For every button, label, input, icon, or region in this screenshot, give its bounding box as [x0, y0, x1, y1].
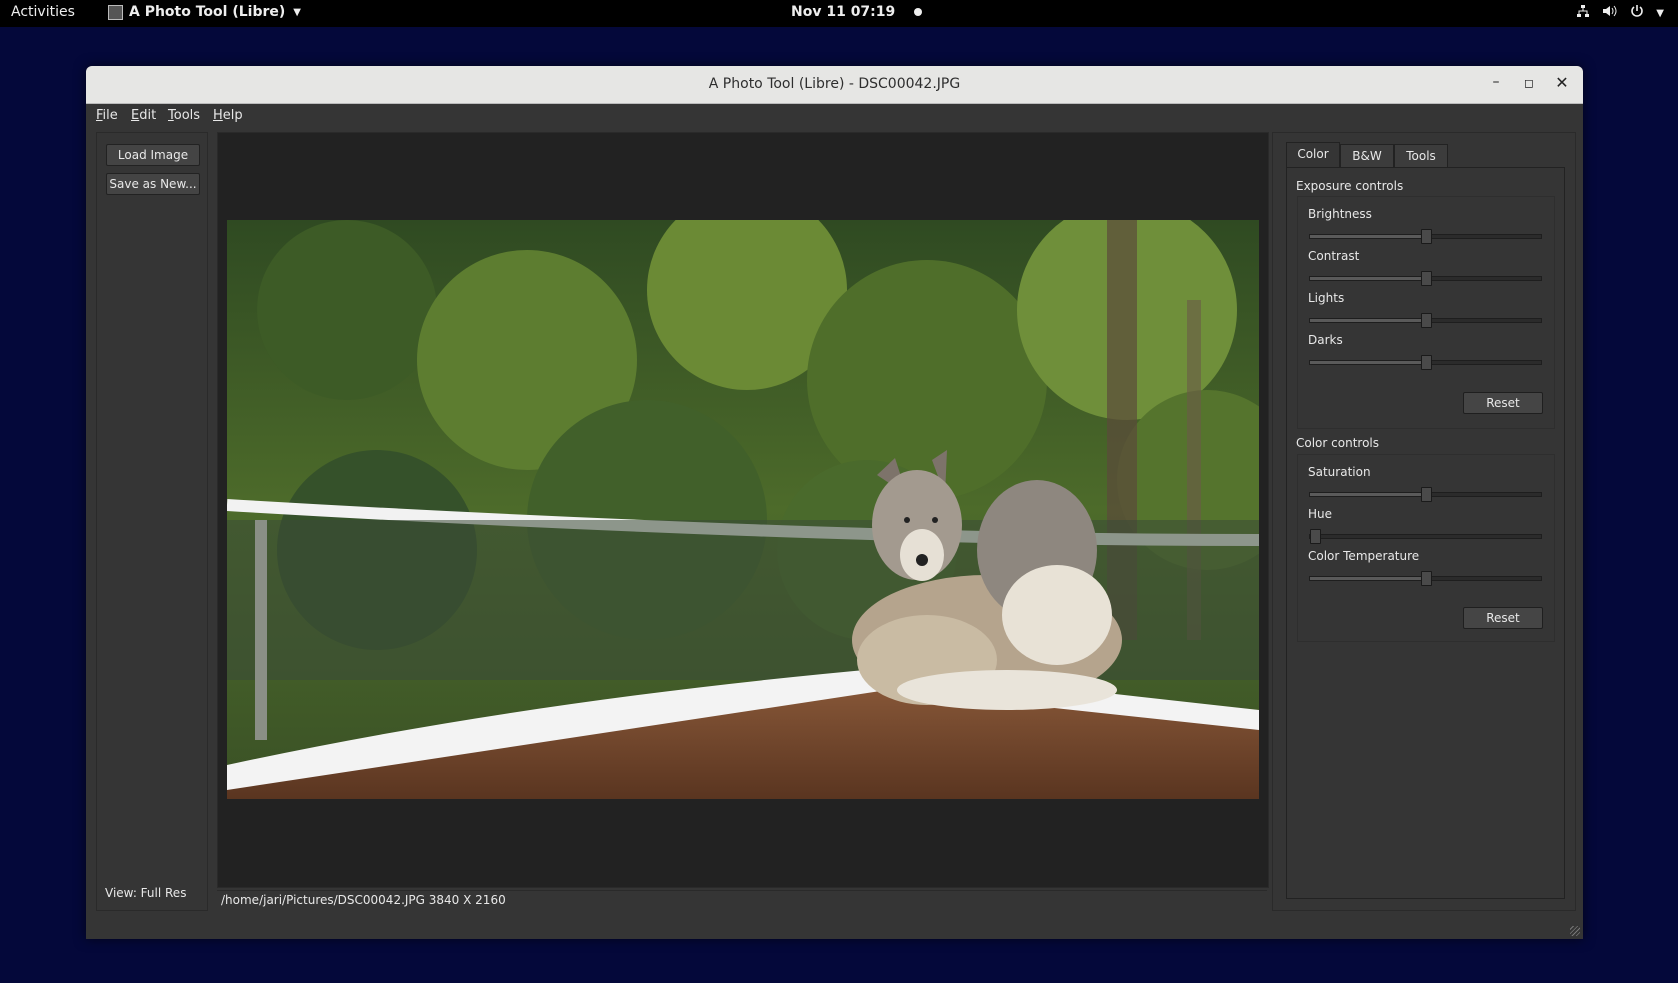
color-temperature-slider-fill: [1310, 577, 1421, 580]
hue-label: Hue: [1308, 507, 1333, 521]
photo-preview: [227, 220, 1259, 799]
menu-help[interactable]: Help: [213, 108, 243, 123]
saturation-slider-fill: [1310, 493, 1421, 496]
view-mode-label: View: Full Res: [105, 886, 187, 900]
title-bar[interactable]: A Photo Tool (Libre) - DSC00042.JPG – ◻ …: [86, 66, 1583, 104]
activities-button[interactable]: Activities: [11, 4, 75, 20]
clock-label: Nov 11 07:19: [791, 4, 896, 20]
contrast-slider-fill: [1310, 277, 1421, 280]
file-path-label: /home/jari/Pictures/DSC00042.JPG 3840 X …: [221, 893, 506, 907]
lights-slider-fill: [1310, 319, 1421, 322]
left-panel: Load Image Save as New... View: Full Res: [96, 132, 208, 911]
save-as-new-button[interactable]: Save as New...: [106, 173, 200, 195]
chevron-down-icon: ▼: [293, 6, 301, 18]
exposure-reset-button[interactable]: Reset: [1463, 392, 1543, 414]
brightness-label: Brightness: [1308, 207, 1372, 221]
load-image-button[interactable]: Load Image: [106, 144, 200, 166]
exposure-controls-title: Exposure controls: [1296, 179, 1404, 193]
color-controls-title: Color controls: [1296, 436, 1379, 450]
system-tray[interactable]: ▼: [1576, 4, 1664, 22]
clock[interactable]: Nov 11 07:19: [791, 4, 923, 20]
color-controls-group: Saturation Hue Color Temperature Reset: [1297, 454, 1555, 642]
system-menu-chevron-icon[interactable]: ▼: [1656, 8, 1664, 19]
menu-edit[interactable]: Edit: [131, 108, 156, 123]
resize-grip-icon[interactable]: [1570, 926, 1580, 936]
contrast-slider-handle[interactable]: [1421, 271, 1432, 286]
contrast-slider[interactable]: [1309, 271, 1542, 286]
darks-slider[interactable]: [1309, 355, 1542, 370]
close-icon[interactable]: ✕: [1552, 73, 1572, 92]
menu-file[interactable]: File: [96, 108, 118, 123]
gnome-top-bar: Activities A Photo Tool (Libre) ▼ Nov 11…: [0, 0, 1678, 27]
darks-slider-handle[interactable]: [1421, 355, 1432, 370]
app-menu-label: A Photo Tool (Libre): [129, 4, 286, 20]
darks-slider-fill: [1310, 361, 1421, 364]
image-viewer[interactable]: [217, 132, 1269, 888]
brightness-slider-fill: [1310, 235, 1421, 238]
saturation-slider-handle[interactable]: [1421, 487, 1432, 502]
app-menu[interactable]: A Photo Tool (Libre) ▼: [108, 4, 301, 20]
color-tab-panel: Exposure controls Brightness Contrast Li…: [1286, 167, 1565, 899]
app-window: A Photo Tool (Libre) - DSC00042.JPG – ◻ …: [86, 66, 1583, 939]
color-reset-button[interactable]: Reset: [1463, 607, 1543, 629]
exposure-controls-group: Brightness Contrast Lights Darks Reset: [1297, 196, 1555, 429]
right-panel: Color B&W Tools Exposure controls Bright…: [1272, 132, 1576, 911]
tab-color[interactable]: Color: [1286, 142, 1340, 168]
volume-icon[interactable]: [1602, 4, 1618, 22]
brightness-slider-handle[interactable]: [1421, 229, 1432, 244]
brightness-slider[interactable]: [1309, 229, 1542, 244]
contrast-label: Contrast: [1308, 249, 1360, 263]
color-temperature-slider[interactable]: [1309, 571, 1542, 586]
notification-dot-icon: [914, 8, 923, 16]
color-temperature-label: Color Temperature: [1308, 549, 1420, 563]
maximize-icon[interactable]: ◻: [1519, 76, 1539, 90]
network-icon[interactable]: [1576, 4, 1590, 22]
color-temperature-slider-handle[interactable]: [1421, 571, 1432, 586]
minimize-icon[interactable]: –: [1486, 74, 1506, 90]
tab-bw[interactable]: B&W: [1340, 144, 1394, 167]
lights-label: Lights: [1308, 291, 1345, 305]
window-title: A Photo Tool (Libre) - DSC00042.JPG: [708, 76, 961, 92]
hue-slider[interactable]: [1309, 529, 1542, 544]
saturation-label: Saturation: [1308, 465, 1371, 479]
menu-bar: File Edit Tools Help: [86, 104, 1583, 128]
lights-slider-handle[interactable]: [1421, 313, 1432, 328]
status-bar: /home/jari/Pictures/DSC00042.JPG 3840 X …: [217, 890, 1267, 910]
tab-tools[interactable]: Tools: [1394, 144, 1448, 167]
lights-slider[interactable]: [1309, 313, 1542, 328]
darks-label: Darks: [1308, 333, 1343, 347]
power-icon[interactable]: [1630, 4, 1644, 22]
menu-tools[interactable]: Tools: [168, 108, 200, 123]
app-icon: [108, 4, 123, 20]
saturation-slider[interactable]: [1309, 487, 1542, 502]
hue-slider-handle[interactable]: [1310, 529, 1321, 544]
